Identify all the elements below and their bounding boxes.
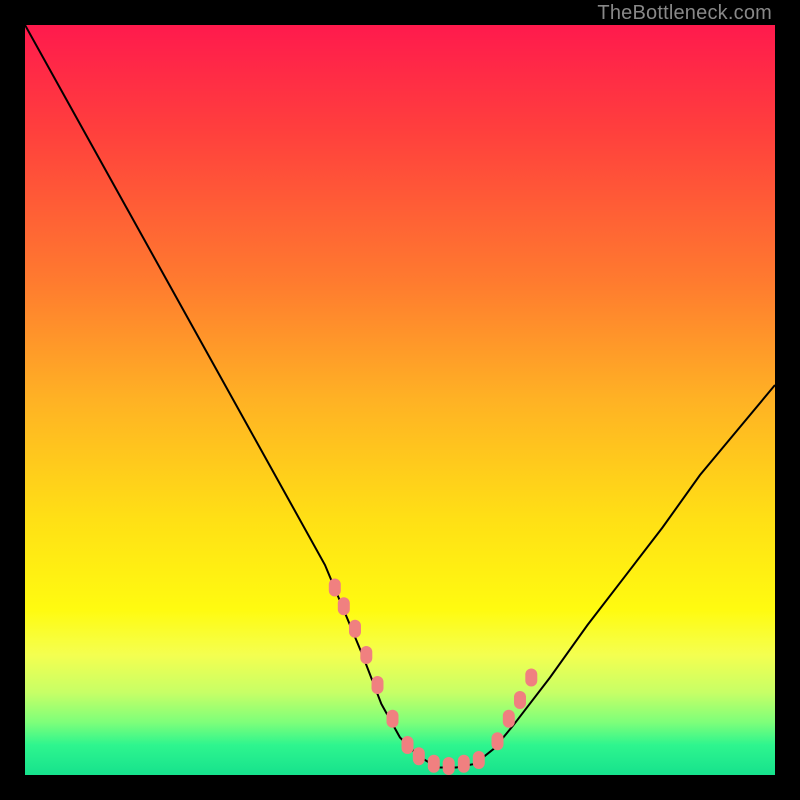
highlight-marker	[349, 620, 361, 638]
plot-area	[25, 25, 775, 775]
highlight-marker	[428, 755, 440, 773]
highlight-marker	[473, 751, 485, 769]
highlight-marker	[458, 755, 470, 773]
highlight-marker	[443, 757, 455, 775]
highlight-marker	[514, 691, 526, 709]
highlight-marker	[413, 747, 425, 765]
highlight-marker	[387, 710, 399, 728]
highlight-marker	[503, 710, 515, 728]
highlight-marker	[525, 669, 537, 687]
chart-frame: TheBottleneck.com	[0, 0, 800, 800]
highlight-marker	[360, 646, 372, 664]
curve-layer	[25, 25, 775, 775]
highlight-marker	[492, 732, 504, 750]
bottleneck-curve	[25, 25, 775, 768]
highlight-marker	[372, 676, 384, 694]
highlight-marker	[338, 597, 350, 615]
highlight-marker	[402, 736, 414, 754]
highlight-marker	[329, 579, 341, 597]
watermark-text: TheBottleneck.com	[597, 2, 772, 25]
